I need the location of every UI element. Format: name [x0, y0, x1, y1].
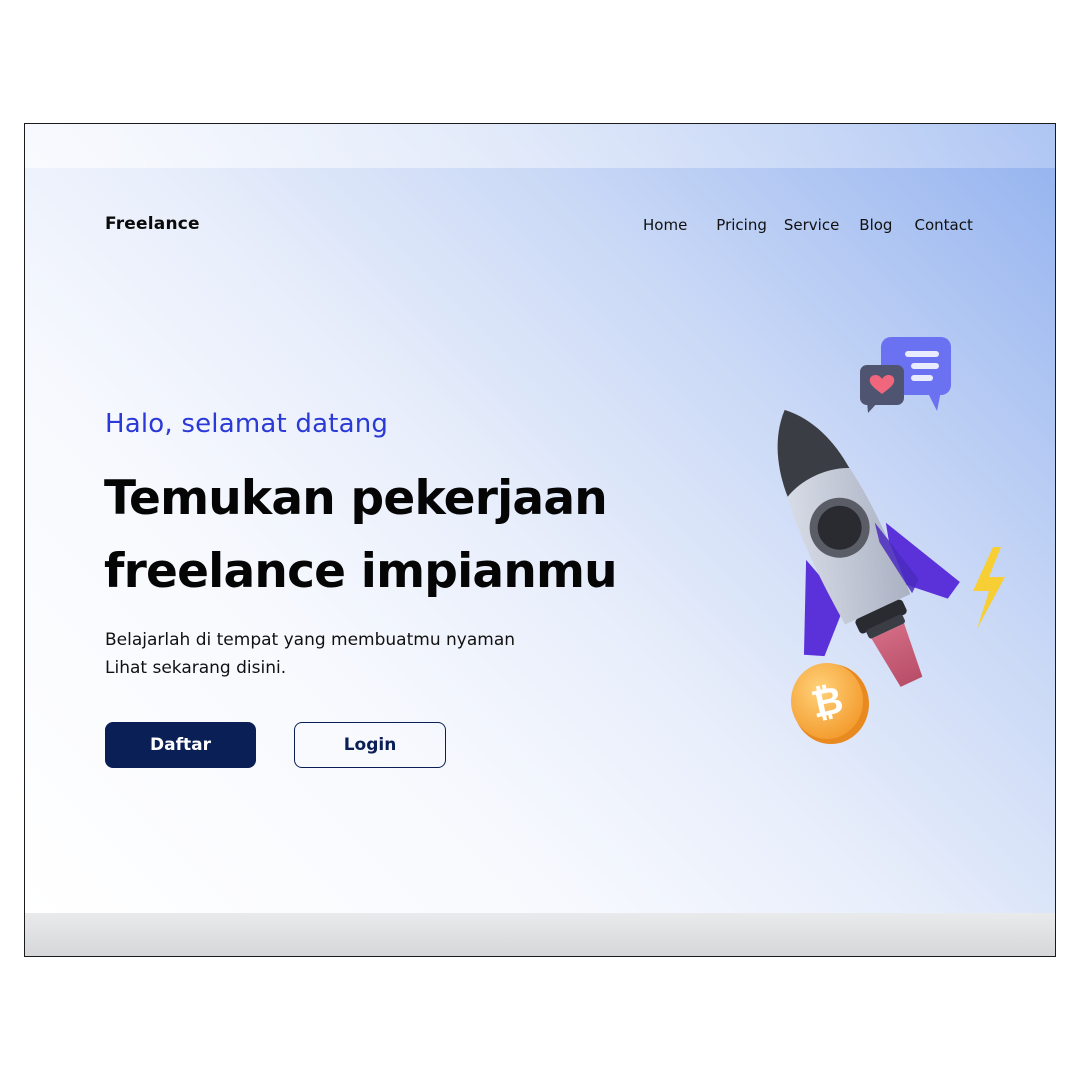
hero-greeting: Halo, selamat datang: [105, 409, 389, 439]
description-line-1: Belajarlah di tempat yang membuatmu nyam…: [105, 630, 516, 650]
daftar-button[interactable]: Daftar: [105, 722, 256, 768]
headline-line-2: freelance impianmu: [104, 544, 618, 599]
nav-item-blog[interactable]: Blog: [859, 216, 892, 234]
headline-line-1: Temukan pekerjaan: [104, 471, 608, 526]
bitcoin-coin-icon: ₿: [791, 663, 869, 744]
rocket-illustration: ₿: [777, 337, 1005, 744]
hero-description: Belajarlah di tempat yang membuatmu nyam…: [105, 626, 515, 682]
hero-headline: Temukan pekerjaan freelance impianmu: [104, 462, 664, 608]
description-line-2: Lihat sekarang disini.: [105, 658, 287, 678]
landing-page-frame: Freelance Home Pricing Service Blog Cont…: [24, 123, 1056, 957]
rocket-icon: [777, 409, 960, 687]
brand-logo[interactable]: Freelance: [105, 214, 200, 234]
lightning-icon: [973, 547, 1005, 629]
main-nav: Home Pricing Service Blog Contact: [643, 216, 973, 234]
nav-item-contact[interactable]: Contact: [914, 216, 972, 234]
nav-item-home[interactable]: Home: [643, 216, 687, 234]
nav-item-pricing[interactable]: Pricing: [716, 216, 767, 234]
top-band: [25, 124, 1055, 168]
chat-bubble-icon: [860, 337, 951, 413]
bottom-shadow: [25, 913, 1055, 956]
nav-item-service[interactable]: Service: [784, 216, 839, 234]
login-button[interactable]: Login: [294, 722, 446, 768]
